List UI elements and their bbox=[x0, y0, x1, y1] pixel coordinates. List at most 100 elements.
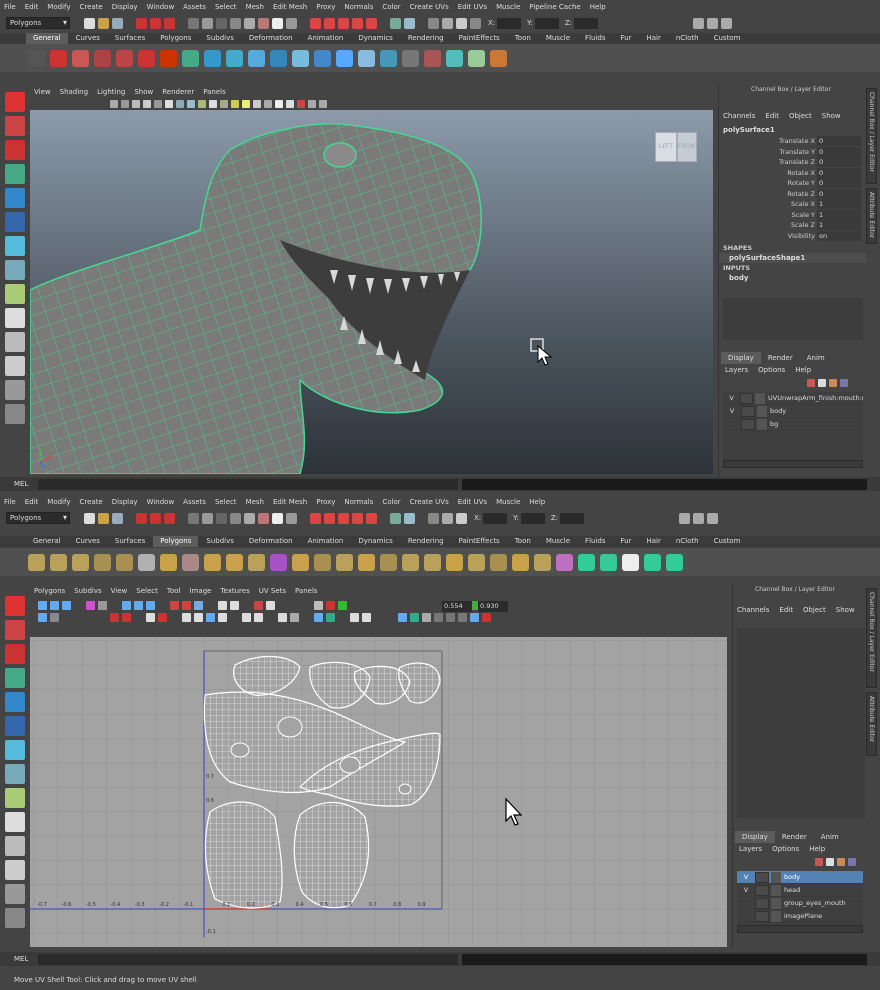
layer-color-swatch[interactable] bbox=[755, 392, 765, 404]
shelf-tab-ncloth[interactable]: nCloth bbox=[669, 33, 706, 44]
shelf-tool-4-icon[interactable] bbox=[94, 553, 111, 571]
uv-tool-row2-25-icon[interactable] bbox=[326, 613, 335, 622]
uv-tool-row2-7-icon[interactable] bbox=[110, 613, 119, 622]
uv-tool-row2-29-icon[interactable] bbox=[374, 613, 383, 622]
shelf-tab-fur[interactable]: Fur bbox=[614, 536, 639, 547]
attribute-row[interactable]: Rotate Z0 bbox=[719, 188, 866, 200]
shelf-tab-surfaces[interactable]: Surfaces bbox=[108, 33, 152, 44]
scale-tool-icon[interactable] bbox=[5, 212, 25, 232]
lasso-tool-icon[interactable] bbox=[5, 116, 25, 136]
group-icon[interactable] bbox=[292, 49, 309, 67]
shelf-tab-deformation[interactable]: Deformation bbox=[242, 33, 300, 44]
menu-create[interactable]: Create bbox=[79, 3, 102, 11]
layer-tab-display[interactable]: Display bbox=[735, 831, 775, 843]
pick-face-icon[interactable] bbox=[230, 512, 241, 524]
shelf-tool-6-icon[interactable] bbox=[138, 553, 155, 571]
layer-type-toggle[interactable] bbox=[741, 418, 755, 430]
layer-menu-options[interactable]: Options bbox=[772, 845, 799, 853]
attribute-value-field[interactable]: 0 bbox=[817, 136, 861, 147]
panel-tool-6-icon[interactable] bbox=[165, 99, 173, 108]
uv-menu-panels[interactable]: Panels bbox=[295, 587, 318, 595]
rotate-tool-icon[interactable] bbox=[5, 692, 25, 712]
layer-menu-help[interactable]: Help bbox=[795, 366, 811, 374]
menu-display[interactable]: Display bbox=[112, 498, 138, 506]
shelf-tool-8-icon[interactable] bbox=[182, 553, 199, 571]
attribute-row[interactable]: Visibility on bbox=[719, 230, 866, 242]
uv-tool-14-icon[interactable] bbox=[194, 601, 203, 610]
shelf-tab-hair[interactable]: Hair bbox=[639, 33, 667, 44]
panel-tool-5-icon[interactable] bbox=[154, 99, 162, 108]
menu-proxy[interactable]: Proxy bbox=[316, 498, 335, 506]
outliner-icon[interactable] bbox=[5, 908, 25, 928]
layer-sort-icon[interactable] bbox=[840, 379, 848, 387]
layer-row[interactable]: V UVUnwrapArm_finish:mouth:m bbox=[723, 392, 863, 405]
menu-normals[interactable]: Normals bbox=[344, 498, 373, 506]
attribute-row[interactable]: Rotate X0 bbox=[719, 167, 866, 179]
uv-tool-32-icon[interactable] bbox=[410, 601, 419, 610]
panel-tool-17-icon[interactable] bbox=[286, 99, 294, 108]
uv-tool-row2-24-icon[interactable] bbox=[314, 613, 323, 622]
shelf-tool-2-icon[interactable] bbox=[50, 553, 67, 571]
uv-tool-row2-32-icon[interactable] bbox=[410, 613, 419, 622]
attribute-value-field[interactable]: on bbox=[817, 230, 861, 241]
paint-icon[interactable] bbox=[490, 49, 507, 67]
shelf-tab-fluids[interactable]: Fluids bbox=[578, 536, 612, 547]
select-hierarchy-icon[interactable] bbox=[136, 512, 147, 524]
menu-window[interactable]: Window bbox=[147, 498, 175, 506]
render-frame-icon[interactable] bbox=[428, 17, 439, 29]
input-node[interactable]: body bbox=[719, 273, 866, 283]
render-settings-icon[interactable] bbox=[456, 17, 467, 29]
show-manip-icon[interactable] bbox=[5, 788, 25, 808]
layer-menu-layers[interactable]: Layers bbox=[739, 845, 762, 853]
uv-menu-polygons[interactable]: Polygons bbox=[34, 587, 65, 595]
uv-tool-row2-27-icon[interactable] bbox=[350, 613, 359, 622]
panel-tool-16-icon[interactable] bbox=[275, 99, 283, 108]
menu-edit[interactable]: Edit bbox=[25, 498, 39, 506]
panel-menu-show[interactable]: Show bbox=[134, 88, 153, 96]
uv-tool-3-icon[interactable] bbox=[62, 601, 71, 610]
pick-misc-icon[interactable] bbox=[286, 512, 297, 524]
shelf-tool-9-icon[interactable] bbox=[204, 553, 221, 571]
top-side-tab-attribute-editor[interactable]: Attribute Editor bbox=[866, 188, 877, 244]
shelf-tab-animation[interactable]: Animation bbox=[301, 536, 351, 547]
shelf-tab-curves[interactable]: Curves bbox=[69, 536, 107, 547]
shelf-tool-27-icon[interactable] bbox=[600, 553, 617, 571]
new-scene-icon[interactable] bbox=[84, 17, 95, 29]
new-scene-icon[interactable] bbox=[84, 512, 95, 524]
history-icon[interactable] bbox=[390, 17, 401, 29]
shelf-tool-5-icon[interactable] bbox=[116, 553, 133, 571]
menu-create-uvs[interactable]: Create UVs bbox=[410, 3, 449, 11]
uv-tool-1-icon[interactable] bbox=[38, 601, 47, 610]
uv-tool-22-icon[interactable] bbox=[290, 601, 299, 610]
panel-menu-lighting[interactable]: Lighting bbox=[97, 88, 125, 96]
uv-tool-row2-19-icon[interactable] bbox=[254, 613, 263, 622]
layer-type-toggle[interactable] bbox=[755, 897, 769, 909]
pick-curve-icon[interactable] bbox=[230, 17, 241, 29]
scale-tool-icon[interactable] bbox=[5, 716, 25, 736]
shelf-tab-rendering[interactable]: Rendering bbox=[401, 33, 451, 44]
uv-tool-10-icon[interactable] bbox=[146, 601, 155, 610]
layer-type-toggle[interactable] bbox=[755, 884, 769, 896]
attribute-value-field[interactable]: 0 bbox=[817, 178, 861, 189]
snap-plane-icon[interactable] bbox=[352, 17, 363, 29]
shelf-tool-3-icon[interactable] bbox=[72, 553, 89, 571]
uv-tool-24-icon[interactable] bbox=[314, 601, 323, 610]
shelf-tab-curves[interactable]: Curves bbox=[69, 33, 107, 44]
shelf-tab-general[interactable]: General bbox=[26, 536, 68, 547]
layer-row[interactable]: bg bbox=[723, 418, 863, 431]
shelf-tool-10-icon[interactable] bbox=[226, 553, 243, 571]
panel-tool-9-icon[interactable] bbox=[198, 99, 206, 108]
uv-tool-11-icon[interactable] bbox=[158, 601, 167, 610]
soft-mod-tool-icon[interactable] bbox=[5, 764, 25, 784]
freeze-icon[interactable] bbox=[380, 49, 397, 67]
menu-mesh[interactable]: Mesh bbox=[246, 498, 264, 506]
pick-misc-icon[interactable] bbox=[286, 17, 297, 29]
uv-tool-7-icon[interactable] bbox=[110, 601, 119, 610]
uv-tool-row2-2-icon[interactable] bbox=[50, 613, 59, 622]
uv-menu-image[interactable]: Image bbox=[190, 587, 212, 595]
uv-tool-row2-38-icon[interactable] bbox=[482, 613, 491, 622]
menu-edit-uvs[interactable]: Edit UVs bbox=[458, 498, 487, 506]
view-cube-left[interactable]: LEFT bbox=[655, 132, 677, 162]
uv-tool-20-icon[interactable] bbox=[266, 601, 275, 610]
unparent-icon[interactable] bbox=[358, 49, 375, 67]
